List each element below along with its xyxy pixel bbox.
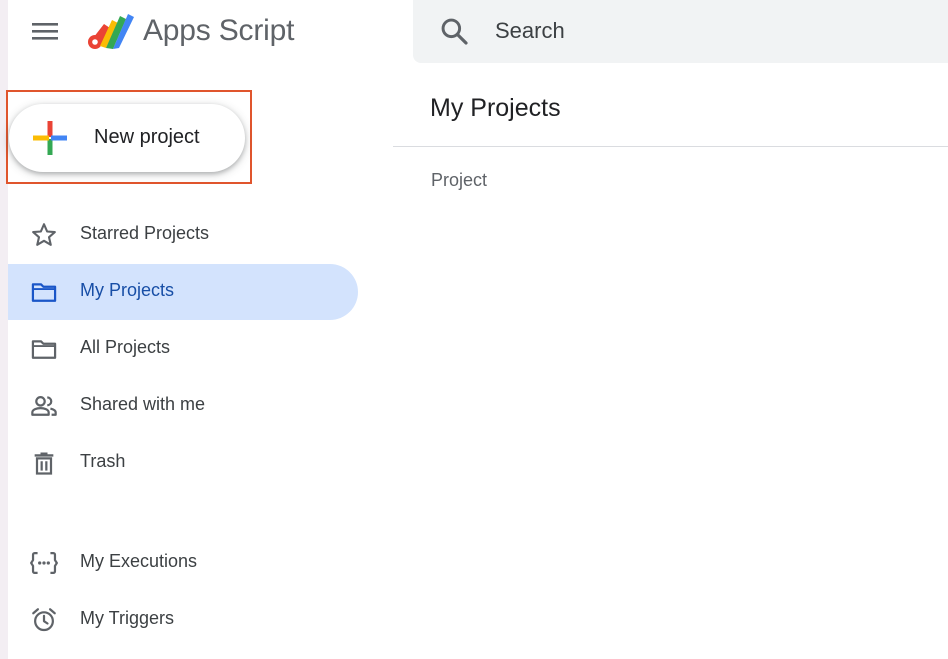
apps-script-logo-icon [86,10,136,52]
app-title: Apps Script [143,14,295,47]
sidebar-item-my-triggers[interactable]: My Triggers [8,592,358,648]
sidebar-item-my-projects[interactable]: My Projects [8,264,358,320]
trash-icon [30,449,58,477]
column-header-project[interactable]: Project [431,170,487,191]
sidebar-item-label: My Projects [80,280,175,300]
sidebar-item-label: Starred Projects [80,223,210,243]
sidebar-item-label: All Projects [80,337,171,357]
sidebar-item-starred-projects[interactable]: Starred Projects [8,207,358,263]
new-project-button[interactable]: New project [9,104,245,172]
executions-icon [30,549,58,577]
sidebar-item-trash[interactable]: Trash [8,435,358,491]
header-divider [393,146,948,147]
search-icon[interactable] [438,15,470,47]
search-bar [413,0,948,63]
sidebar-item-all-projects[interactable]: All Projects [8,321,358,377]
star-icon [30,221,58,249]
sidebar-item-shared-with-me[interactable]: Shared with me [8,378,358,434]
folder-icon [30,335,58,363]
sidebar-item-my-executions[interactable]: My Executions [8,535,358,591]
new-project-label: New project [94,126,200,148]
people-icon [30,392,58,420]
search-input[interactable] [483,8,947,54]
sidebar-item-label: Shared with me [80,394,206,414]
hamburger-menu-icon[interactable] [28,16,62,46]
sidebar-item-label: My Executions [80,551,198,571]
sidebar-item-label: My Triggers [80,608,175,628]
folder-icon [30,278,58,306]
alarm-clock-icon [30,606,58,634]
page-title: My Projects [430,94,561,122]
plus-icon [32,120,68,156]
sidebar-item-label: Trash [80,451,126,471]
